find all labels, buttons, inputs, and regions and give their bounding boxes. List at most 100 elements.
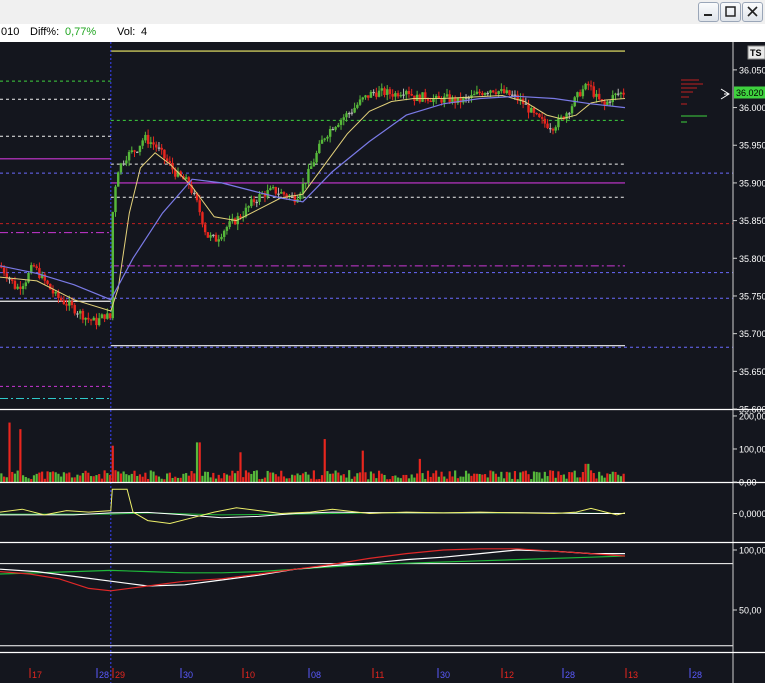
candle-body	[581, 89, 585, 97]
candle-body	[282, 192, 286, 195]
close-icon	[747, 6, 758, 17]
title-bar	[0, 0, 765, 24]
volume-bar	[339, 475, 343, 482]
volume-bar	[402, 474, 405, 482]
candle-body	[59, 298, 63, 301]
volume-bar	[103, 470, 106, 482]
candle-body	[106, 313, 109, 319]
volume-bar	[606, 473, 609, 482]
volume-bar	[448, 471, 451, 482]
candle-body	[396, 93, 400, 97]
volume-bar	[247, 472, 250, 482]
volume-bar	[54, 472, 57, 482]
candle-body	[614, 93, 617, 96]
candle-body	[125, 160, 128, 164]
volume-bar	[141, 476, 144, 482]
volume-bar	[592, 473, 595, 482]
volume-bar	[367, 479, 370, 482]
volume-bar	[489, 470, 492, 482]
volume-bar	[432, 473, 435, 482]
volume-bar	[377, 470, 381, 482]
volume-bar	[551, 470, 555, 482]
volume-bar	[106, 473, 109, 482]
price-tick-label: 35.800	[739, 254, 765, 264]
candle-body	[377, 90, 381, 97]
volume-bar	[231, 470, 234, 482]
candle-body	[100, 314, 104, 319]
candle-body	[304, 182, 307, 184]
candle-body	[535, 112, 538, 115]
volume-bar	[236, 470, 239, 482]
candle-body	[576, 92, 579, 98]
volume-bar	[516, 479, 519, 482]
volume-bar	[22, 475, 25, 482]
candle-body	[27, 273, 30, 283]
volume-tick-label: 100,00	[739, 444, 765, 454]
volume-bar	[608, 474, 612, 482]
volume-bar	[334, 470, 337, 482]
volume-bar	[407, 478, 411, 482]
volume-bar	[388, 479, 392, 482]
volume-bar	[554, 477, 557, 482]
candle-body	[318, 143, 321, 154]
volume-bar	[223, 473, 226, 482]
candle-body	[546, 123, 549, 129]
volume-bar	[364, 472, 367, 482]
candle-body	[157, 147, 161, 149]
price-tick-label: 36.050	[739, 65, 765, 75]
chart-area[interactable]: 36.050 36.000 35.950 35.900 35.850 35.800 35.7…	[0, 42, 765, 683]
candle-body	[35, 266, 38, 269]
volume-bar	[416, 473, 419, 482]
candle-body	[402, 94, 405, 96]
volume-bar	[155, 475, 158, 482]
candle-body	[258, 194, 261, 202]
volume-bar	[375, 478, 378, 482]
candle-body	[426, 98, 430, 101]
price-tick-label: 35.650	[739, 367, 765, 377]
volume-bar	[410, 474, 413, 482]
vol-label: Vol:	[117, 26, 136, 38]
candle-body	[497, 91, 500, 94]
candle-body	[611, 95, 614, 102]
candle-body	[312, 162, 316, 167]
volume-bar	[524, 470, 527, 482]
volume-bar	[473, 473, 476, 482]
candle-body	[388, 89, 392, 95]
maximize-button[interactable]	[720, 2, 741, 22]
candle-body	[193, 192, 196, 195]
volume-bar	[206, 471, 209, 482]
candle-body	[152, 142, 155, 145]
stoch-tick-label: 100,00	[739, 546, 765, 556]
candle-body	[391, 94, 394, 97]
candle-body	[595, 93, 598, 97]
candle-body	[168, 161, 172, 163]
volume-bar	[361, 450, 364, 482]
candle-body	[269, 188, 272, 191]
volume-bar	[43, 478, 46, 482]
candle-body	[350, 112, 354, 114]
volume-bar	[242, 477, 245, 482]
volume-bar	[122, 471, 125, 482]
candle-body	[87, 317, 90, 320]
volume-bar	[405, 474, 408, 482]
minimize-button[interactable]	[698, 2, 719, 22]
volume-bar	[100, 478, 103, 482]
candle-body	[491, 90, 495, 93]
candle-body	[108, 313, 112, 319]
close-button[interactable]	[742, 2, 763, 22]
volume-bar	[549, 470, 552, 482]
candle-body	[369, 91, 373, 98]
candle-body	[524, 103, 528, 105]
candle-body	[274, 187, 278, 194]
candle-body	[92, 317, 95, 321]
candle-body	[481, 93, 484, 95]
volume-bar	[600, 475, 603, 482]
volume-bar	[98, 474, 101, 482]
price-tick-label: 36.000	[739, 103, 765, 113]
volume-bar	[589, 470, 593, 482]
candle-body	[222, 230, 226, 237]
volume-bar	[462, 476, 465, 482]
info-bar: 010 Diff%: 0,77% Vol: 4	[0, 24, 765, 42]
candle-body	[119, 163, 123, 173]
chart-background	[0, 42, 765, 683]
